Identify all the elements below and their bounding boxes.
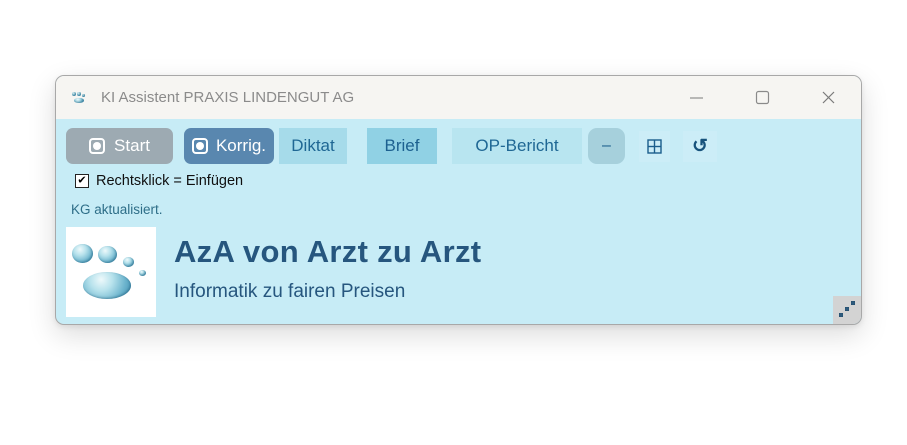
op-bericht-button-label: OP-Bericht [475,136,558,156]
brand-subtitle: Informatik zu fairen Preisen [174,281,481,303]
close-button[interactable] [795,76,861,119]
brief-button[interactable]: Brief [367,128,437,164]
check-icon: ✔ [77,175,86,186]
diktat-button-label: Diktat [291,136,334,156]
refresh-button[interactable]: ↺ [683,131,717,162]
rechtsklick-option-row: ✔ Rechtsklick = Einfügen [75,173,861,189]
diktat-button[interactable]: Diktat [279,128,347,164]
app-icon-blob [82,94,84,96]
app-icon [71,89,89,107]
grip-dot [845,307,849,311]
app-window: KI Assistent PRAXIS LINDENGUT AG Start [55,75,862,325]
grip-dot [851,301,855,305]
rechtsklick-option-label[interactable]: Rechtsklick = Einfügen [96,173,243,189]
record-icon [192,138,208,154]
toolbar: Start Korrig. Diktat Brief OP-Bericht – … [56,119,861,164]
korrig-button[interactable]: Korrig. [184,128,274,164]
brand-text: AzA von Arzt zu Arzt Informatik zu faire… [174,227,481,317]
record-icon [89,138,105,154]
status-text: KG aktualisiert. [71,202,861,217]
close-icon [821,90,836,105]
app-icon-blob [72,92,76,96]
minimize-button[interactable] [663,76,729,119]
maximize-button[interactable] [729,76,795,119]
resize-grip[interactable] [833,296,861,324]
logo-blob [98,246,117,263]
start-button[interactable]: Start [66,128,173,164]
op-bericht-button[interactable]: OP-Bericht [452,128,582,164]
logo-blob [123,257,135,268]
grid-button[interactable] [639,131,670,162]
app-icon-blob [74,98,84,103]
brand-block: AzA von Arzt zu Arzt Informatik zu faire… [66,227,861,317]
collapse-button[interactable]: – [588,128,625,164]
logo-blob [139,270,146,276]
start-button-label: Start [114,136,150,156]
app-icon-blob [77,92,81,95]
minus-icon: – [602,137,611,155]
brand-logo [66,227,156,317]
minimize-icon [689,90,704,105]
rechtsklick-checkbox[interactable]: ✔ [75,174,89,188]
brand-title: AzA von Arzt zu Arzt [174,234,481,270]
titlebar[interactable]: KI Assistent PRAXIS LINDENGUT AG [56,76,861,119]
korrig-button-label: Korrig. [216,136,266,156]
maximize-icon [755,90,770,105]
window-title: KI Assistent PRAXIS LINDENGUT AG [101,89,354,106]
grip-dot [839,313,843,317]
logo-blob [72,244,93,263]
logo-blob [83,272,131,299]
refresh-icon: ↺ [692,137,708,156]
brief-button-label: Brief [385,136,420,156]
grid-icon [647,139,662,154]
